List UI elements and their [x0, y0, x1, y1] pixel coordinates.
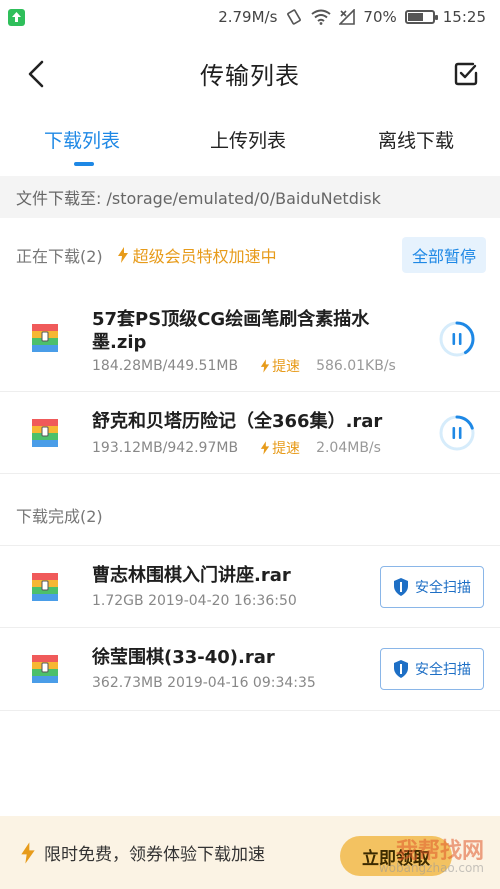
download-meta: 184.28MB/449.51MB 提速 586.01KB/s	[92, 356, 396, 376]
lightning-icon	[117, 247, 128, 263]
tab-download-list[interactable]: 下载列表	[44, 126, 120, 153]
pause-download-button[interactable]	[438, 320, 476, 358]
list-item[interactable]: 徐莹围棋(33-40).rar 362.73MB 2019-04-16 09:3…	[0, 628, 500, 711]
speedup-link[interactable]: 提速	[260, 438, 300, 458]
pause-download-button[interactable]	[438, 414, 476, 452]
wifi-icon	[311, 9, 332, 25]
site-watermark: 我帮找网 wobangzhao.com	[334, 831, 494, 883]
archive-file-icon	[32, 419, 58, 447]
signal-icon	[339, 9, 356, 25]
completed-count-label: 下载完成(2)	[16, 507, 103, 526]
app-header: 传输列表	[0, 36, 500, 108]
downloading-count-label: 正在下载(2)	[16, 247, 103, 266]
list-item[interactable]: 曹志林围棋入门讲座.rar 1.72GB 2019-04-20 16:36:50…	[0, 545, 500, 628]
checkbox-edit-icon	[454, 62, 478, 86]
lightning-icon	[21, 841, 35, 864]
speedup-text: 提速	[272, 359, 301, 375]
promo-text: 限时免费，领券体验下载加速	[44, 845, 265, 865]
archive-file-icon	[32, 655, 58, 683]
upload-notification-icon	[8, 9, 25, 26]
multi-select-button[interactable]	[450, 58, 482, 90]
tab-bar: 下载列表 上传列表 离线下载	[0, 108, 500, 170]
security-scan-label: 安全扫描	[415, 662, 471, 678]
lightning-icon	[260, 441, 270, 455]
list-item[interactable]: 舒克和贝塔历险记（全366集）.rar 193.12MB/942.97MB 提速…	[0, 392, 500, 474]
network-speed: 2.79M/s	[218, 8, 278, 26]
vip-speedup-badge: 超级会员特权加速中	[117, 243, 277, 267]
tab-upload-list[interactable]: 上传列表	[210, 126, 286, 153]
file-name-line1: 57套PS顶级CG绘画笔刷含素描水	[92, 309, 370, 330]
file-name: 曹志林围棋入门讲座.rar	[92, 565, 291, 586]
file-size-progress: 193.12MB/942.97MB	[92, 440, 239, 456]
archive-file-icon	[32, 573, 58, 601]
download-path-text: 文件下载至: /storage/emulated/0/BaiduNetdisk	[16, 189, 381, 208]
clock: 15:25	[442, 8, 486, 26]
shield-icon	[394, 578, 408, 596]
page-title: 传输列表	[200, 62, 300, 90]
speedup-link[interactable]: 提速	[260, 356, 300, 376]
file-name: 舒克和贝塔历险记（全366集）.rar	[92, 411, 383, 432]
download-meta: 193.12MB/942.97MB 提速 2.04MB/s	[92, 438, 381, 458]
shield-icon	[394, 660, 408, 678]
file-name-line2: 墨.zip	[92, 332, 147, 353]
file-meta: 362.73MB 2019-04-16 09:34:35	[92, 675, 316, 691]
completed-section-header: 下载完成(2)	[0, 500, 500, 530]
pause-all-button[interactable]: 全部暂停	[402, 237, 486, 273]
tab-offline-download[interactable]: 离线下载	[378, 126, 454, 153]
battery-icon	[404, 10, 438, 24]
security-scan-label: 安全扫描	[415, 580, 471, 596]
lightning-icon	[260, 359, 270, 373]
file-size-progress: 184.28MB/449.51MB	[92, 358, 239, 374]
security-scan-button[interactable]: 安全扫描	[380, 648, 484, 690]
active-tab-indicator	[74, 162, 94, 166]
pause-icon	[452, 427, 462, 439]
file-name: 57套PS顶级CG绘画笔刷含素描水 墨.zip	[92, 308, 369, 354]
watermark-subtitle: wobangzhao.com	[378, 861, 484, 875]
file-name: 徐莹围棋(33-40).rar	[92, 647, 275, 668]
download-speed: 2.04MB/s	[316, 440, 381, 456]
battery-percent: 70%	[363, 8, 397, 26]
promo-banner: 限时免费，领券体验下载加速 立即领取 我帮找网 wobangzhao.com	[0, 816, 500, 889]
list-item[interactable]: 57套PS顶级CG绘画笔刷含素描水 墨.zip 184.28MB/449.51M…	[0, 288, 500, 392]
status-indicators: 2.79M/s 70% 15:25	[218, 8, 486, 26]
file-meta: 1.72GB 2019-04-20 16:36:50	[92, 593, 297, 609]
security-scan-button[interactable]: 安全扫描	[380, 566, 484, 608]
status-bar: 2.79M/s 70% 15:25	[0, 0, 500, 36]
vibrate-icon	[287, 9, 302, 25]
download-path-bar[interactable]: 文件下载至: /storage/emulated/0/BaiduNetdisk	[0, 176, 500, 218]
speedup-text: 提速	[272, 441, 301, 457]
download-speed: 586.01KB/s	[316, 358, 396, 374]
archive-file-icon	[32, 324, 58, 352]
downloading-section-header: 正在下载(2) 超级会员特权加速中 全部暂停	[0, 237, 500, 273]
vip-speedup-text: 超级会员特权加速中	[132, 247, 277, 266]
pause-icon	[452, 333, 462, 345]
